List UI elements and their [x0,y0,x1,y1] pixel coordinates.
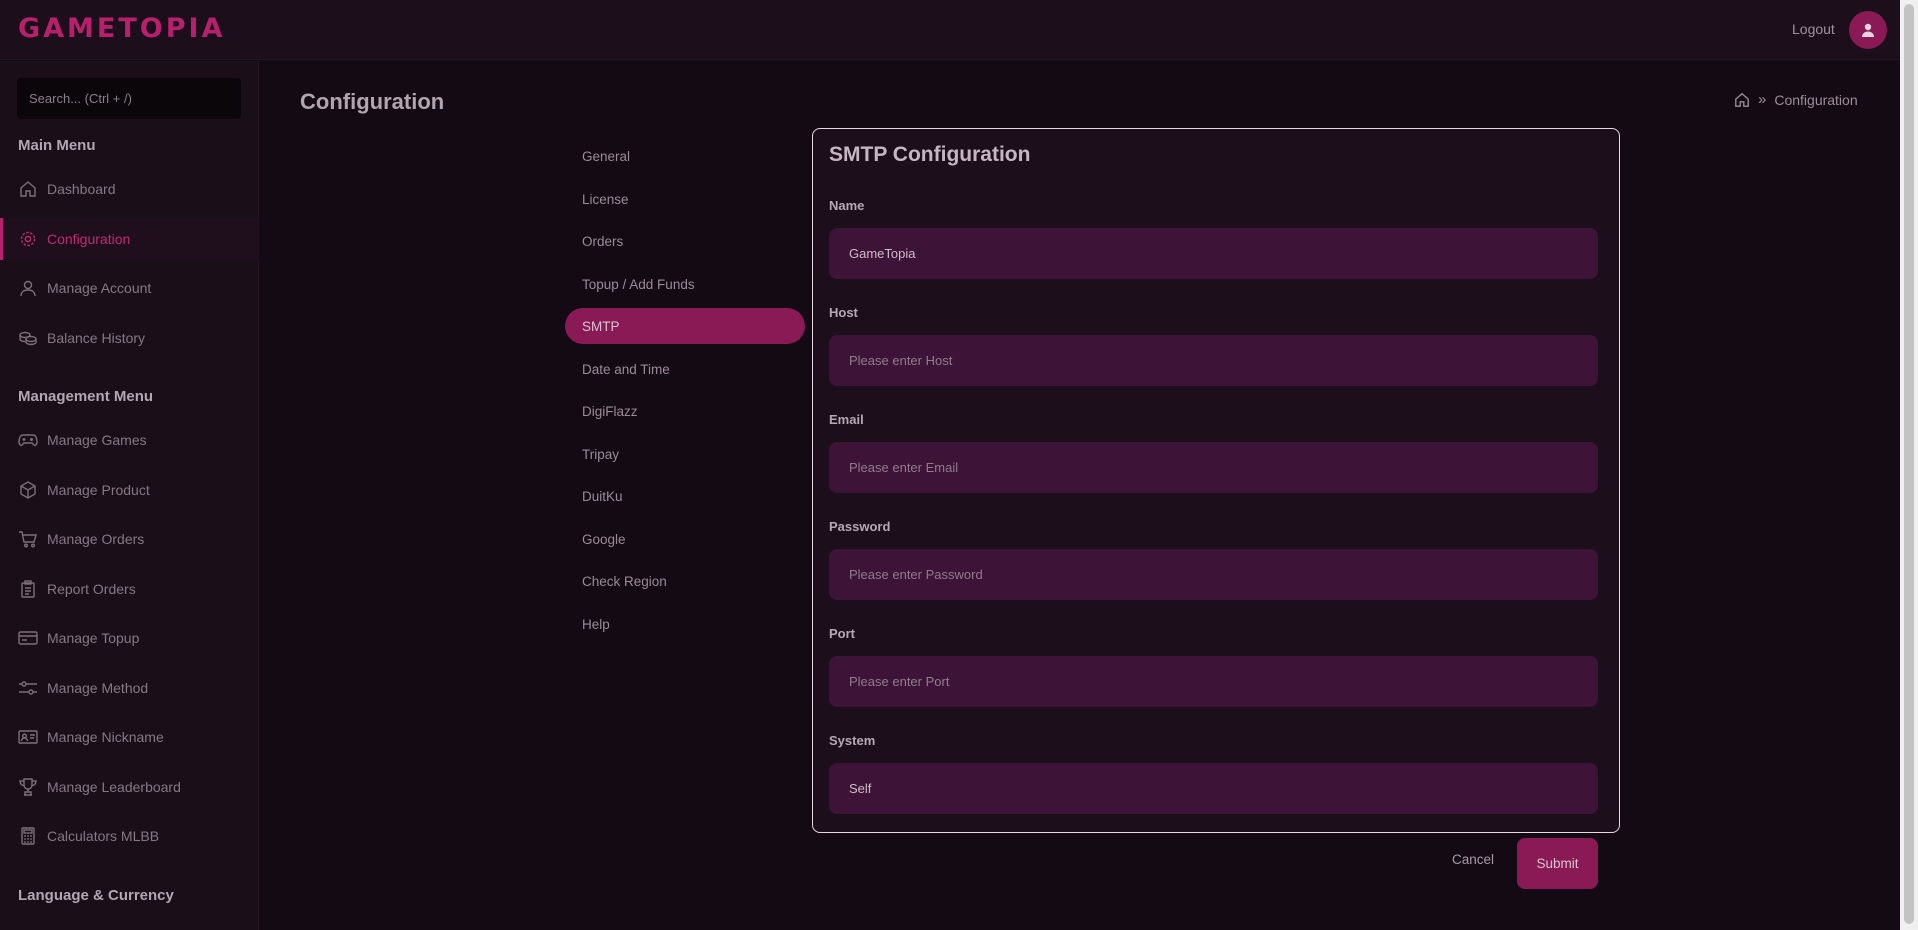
sidebar-item-label: Configuration [47,231,131,247]
user-icon [1862,23,1874,37]
email-label: Email [829,412,864,427]
host-input[interactable] [829,335,1598,386]
user-avatar[interactable] [1849,11,1887,49]
password-label: Password [829,519,891,534]
password-input[interactable] [829,549,1598,600]
form-title: SMTP Configuration [829,143,1031,166]
calculator-icon [18,826,38,846]
sidebar-item-configuration[interactable]: Configuration [0,218,259,260]
main-menu-heading: Main Menu [18,137,96,154]
tab-orders[interactable]: Orders [565,223,805,259]
sliders-icon [18,678,38,698]
tab-date-and-time[interactable]: Date and Time [565,351,805,387]
tab-google[interactable]: Google [565,521,805,557]
gamepad-icon [18,430,38,450]
sidebar-item-label: Manage Orders [47,531,145,547]
logout-link[interactable]: Logout [1792,21,1835,37]
top-bar: GAMETOPIA Logout [0,0,1900,60]
tab-general[interactable]: General [565,138,805,174]
sidebar-item-dashboard[interactable]: Dashboard [0,168,259,210]
sidebar-item-label: Manage Account [47,280,152,296]
sidebar-item-report-orders[interactable]: Report Orders [0,568,259,610]
sidebar-item-label: Manage Games [47,432,147,448]
tab-smtp[interactable]: SMTP [565,308,805,344]
sidebar-item-label: Calculators MLBB [47,828,160,844]
card-icon [18,628,38,648]
submit-button[interactable]: Submit [1517,838,1598,889]
smtp-config-card: SMTP Configuration Name Host Email Passw… [812,128,1620,833]
language-currency-heading: Language & Currency [18,887,174,904]
id-card-icon [18,727,38,747]
clipboard-icon [18,579,38,599]
sidebar-item-manage-leaderboard[interactable]: Manage Leaderboard [0,766,259,808]
sidebar-item-label: Report Orders [47,581,136,597]
email-input[interactable] [829,442,1598,493]
sidebar-item-label: Dashboard [47,181,116,197]
sidebar-item-label: Manage Topup [47,630,140,646]
system-label: System [829,733,876,748]
trophy-icon [18,777,38,797]
user-icon [18,278,38,298]
coins-icon [18,328,38,348]
search-input[interactable] [17,78,241,119]
tab-tripay[interactable]: Tripay [565,436,805,472]
port-input[interactable] [829,656,1598,707]
sidebar-item-manage-product[interactable]: Manage Product [0,469,259,511]
sidebar-item-manage-account[interactable]: Manage Account [0,267,259,309]
breadcrumb-separator-icon: » [1758,91,1767,108]
tab-topup-add-funds[interactable]: Topup / Add Funds [565,266,805,302]
name-input[interactable] [829,228,1598,279]
sidebar-item-label: Balance History [47,330,146,346]
home-icon [18,179,38,199]
scrollbar-thumb[interactable] [1904,4,1914,924]
tab-license[interactable]: License [565,181,805,217]
box-icon [18,480,38,500]
sidebar-item-manage-method[interactable]: Manage Method [0,667,259,709]
sidebar-item-manage-nickname[interactable]: Manage Nickname [0,716,259,758]
tab-digiflazz[interactable]: DigiFlazz [565,393,805,429]
page-title: Configuration [300,89,445,114]
breadcrumb-current: Configuration [1774,91,1858,108]
sidebar-item-manage-orders[interactable]: Manage Orders [0,518,259,560]
tab-check-region[interactable]: Check Region [565,563,805,599]
system-select[interactable] [829,763,1598,814]
sidebar-item-balance-history[interactable]: Balance History [0,317,259,359]
tab-help[interactable]: Help [565,606,805,642]
sidebar-item-manage-games[interactable]: Manage Games [0,419,259,461]
cart-icon [18,529,38,549]
sidebar-item-label: Manage Method [47,680,149,696]
sidebar-item-label: Manage Leaderboard [47,779,181,795]
breadcrumb: » Configuration [1734,91,1858,108]
sidebar-item-calculators-mlbb[interactable]: Calculators MLBB [0,815,259,857]
sidebar: Main Menu Dashboard Configuration Manage… [0,61,259,930]
name-label: Name [829,198,865,213]
host-label: Host [829,305,858,320]
app-logo[interactable]: GAMETOPIA [18,13,225,44]
sidebar-item-manage-topup[interactable]: Manage Topup [0,617,259,659]
sidebar-item-label: Manage Product [47,482,150,498]
gear-icon [18,229,38,249]
tab-duitku[interactable]: DuitKu [565,478,805,514]
port-label: Port [829,626,855,641]
management-menu-heading: Management Menu [18,388,154,405]
sidebar-item-label: Manage Nickname [47,729,164,745]
home-icon[interactable] [1734,92,1750,108]
cancel-button[interactable]: Cancel [1452,852,1494,867]
